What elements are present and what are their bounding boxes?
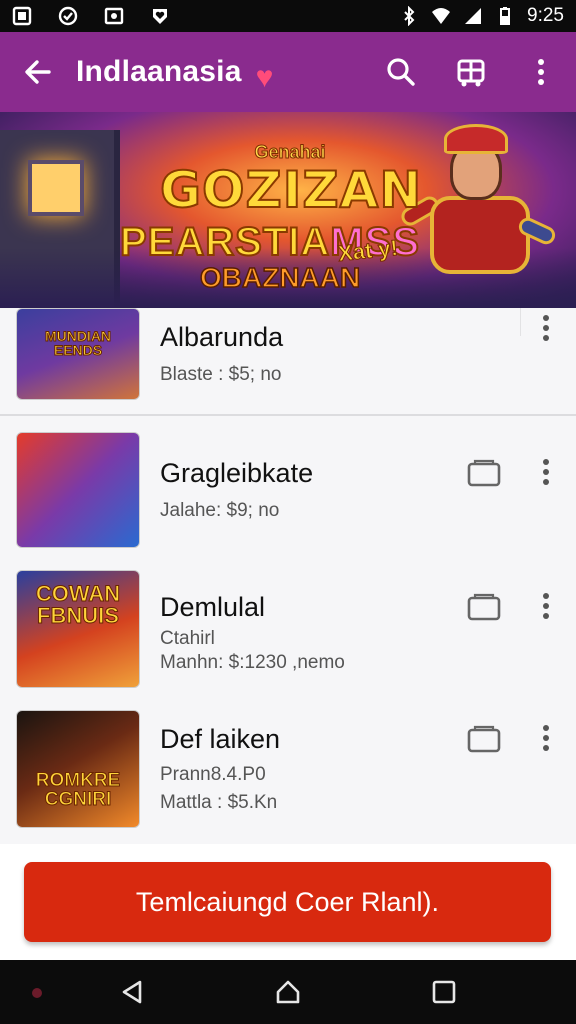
heart-badge-icon: [153, 9, 167, 24]
status-bar: 9:25: [0, 0, 576, 32]
notification-icons: [12, 6, 170, 26]
banner-hero-art: [398, 124, 559, 302]
game-meta: Manhn: $:1230 ,nemo: [160, 652, 345, 673]
nav-recents-button[interactable]: [424, 972, 464, 1012]
game-title: Demlulal: [160, 592, 266, 622]
system-nav-bar: [0, 960, 576, 1024]
search-button[interactable]: [366, 32, 436, 112]
banner-small-text: Genahai: [254, 142, 326, 163]
bottom-action-area: Temlcaiungd Coer Rlanl).: [0, 844, 576, 960]
list-item[interactable]: MUNDIAN EENDS Albarunda Blaste : $5; no: [0, 308, 576, 414]
app-bar-actions: [366, 32, 576, 112]
nav-back-button[interactable]: [112, 972, 152, 1012]
list-item[interactable]: Gragleibkate Jalahe: $9; no: [0, 416, 576, 556]
more-vert-icon: [538, 59, 544, 85]
banner-window-art: [28, 160, 84, 216]
game-list: MUNDIAN EENDS Albarunda Blaste : $5; no …: [0, 308, 576, 844]
app-bar: Indlaanasia ♥: [0, 32, 576, 112]
game-thumbnail: [16, 432, 140, 548]
clock: 9:25: [527, 5, 564, 26]
overflow-menu-button[interactable]: [506, 32, 576, 112]
page-title: Indlaanasia: [76, 55, 242, 88]
game-meta: Ctahirl: [160, 628, 215, 649]
folder-icon: [467, 459, 501, 487]
game-thumbnail: ROMKRE CGNIRI: [16, 710, 140, 828]
folder-icon: [467, 593, 501, 621]
item-folder-button[interactable]: [464, 722, 504, 756]
cart-icon: [457, 59, 485, 87]
hero-hat-art: [444, 124, 508, 154]
game-meta: Blaste : $5; no: [160, 364, 282, 385]
battery-icon: [500, 7, 511, 25]
thumbnail-text: MUNDIAN EENDS: [44, 328, 112, 358]
cart-button[interactable]: [436, 32, 506, 112]
game-title: Gragleibkate: [160, 458, 314, 488]
shield-icon: [58, 6, 78, 26]
game-thumbnail: COWAN FBNUIS: [16, 570, 140, 688]
banner-subtitle-a: PEARSTIA: [119, 219, 331, 265]
bluetooth-icon: [404, 6, 415, 26]
thumbnail-text: COWAN FBNUIS: [35, 581, 121, 628]
item-more-button[interactable]: [528, 310, 564, 346]
more-vert-icon: [543, 725, 549, 751]
list-item[interactable]: COWAN FBNUIS Demlulal Ctahirl Manhn: $:1…: [0, 556, 576, 696]
nav-indicator-dot: [32, 988, 42, 998]
folder-icon: [467, 725, 501, 753]
banner-title-block: Genahai GOZIZAN: [159, 142, 423, 219]
game-title: Albarunda: [160, 322, 284, 352]
recents-square-icon: [432, 980, 456, 1004]
banner-line3: OBAZNAAN: [199, 261, 361, 294]
list-item[interactable]: ROMKRE CGNIRI Def laiken Prann8.4.P0 Mat…: [0, 696, 576, 844]
game-meta: Mattla : $5.Kn: [160, 792, 278, 813]
home-icon: [276, 980, 300, 1004]
more-vert-icon: [543, 593, 549, 619]
back-arrow-icon: [25, 60, 51, 84]
game-thumbnail: MUNDIAN EENDS: [16, 308, 140, 400]
item-folder-button[interactable]: [464, 590, 504, 624]
banner-title: GOZIZAN: [159, 161, 423, 219]
item-more-button[interactable]: [528, 454, 564, 490]
back-triangle-icon: [122, 980, 142, 1004]
more-vert-icon: [543, 315, 549, 341]
hero-body-art: [430, 196, 530, 274]
back-button[interactable]: [0, 32, 76, 112]
primary-action-button[interactable]: Temlcaiungd Coer Rlanl).: [24, 862, 551, 942]
search-icon: [387, 58, 415, 86]
more-vert-icon: [543, 459, 549, 485]
app-screen: 9:25 Indlaanasia ♥ Genahai GOZIZAN PEARS…: [0, 0, 576, 1024]
game-title: Def laiken: [160, 724, 281, 754]
heart-icon: ♥: [255, 61, 274, 94]
nav-home-button[interactable]: [268, 972, 308, 1012]
wifi-icon: [432, 8, 451, 24]
game-meta: Prann8.4.P0: [160, 764, 266, 785]
promo-banner[interactable]: Genahai GOZIZAN PEARSTIAMSS Xat y! OBAZN…: [0, 112, 576, 308]
signal-icon: [465, 8, 482, 24]
system-status: 9:25: [399, 5, 564, 27]
game-meta: Jalahe: $9; no: [160, 500, 280, 521]
item-more-button[interactable]: [528, 720, 564, 756]
thumbnail-text: ROMKRE CGNIRI: [35, 770, 121, 810]
item-more-button[interactable]: [528, 588, 564, 624]
image-icon: [104, 7, 124, 25]
gallery-icon: [12, 6, 32, 26]
item-folder-button[interactable]: [464, 456, 504, 490]
